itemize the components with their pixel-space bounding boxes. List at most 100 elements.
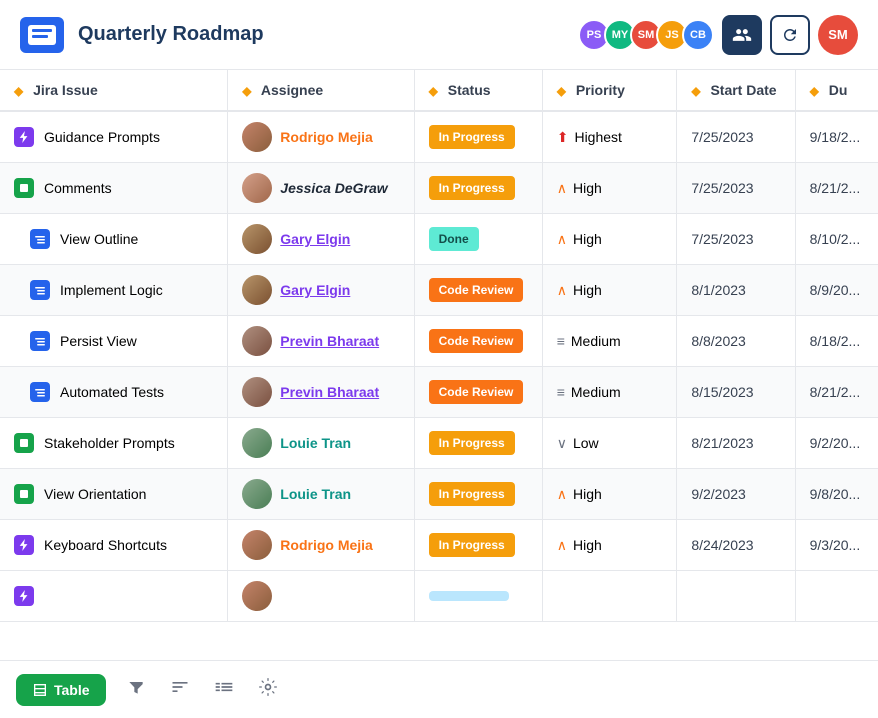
priority-icon: ∧: [557, 537, 567, 554]
col-status: ◆ Status: [414, 70, 542, 111]
issue-type-icon: [30, 331, 50, 351]
table-view-button[interactable]: Table: [16, 674, 106, 706]
priority-icon: ∧: [557, 231, 567, 248]
priority-cell: ⬆ Highest: [542, 111, 677, 163]
filter-icon: [126, 677, 146, 697]
table-row[interactable]: Stakeholder Prompts Louie Tran In Progre…: [0, 418, 878, 469]
priority-icon: ∨: [557, 435, 567, 452]
priority-cell: ∨ Low: [542, 418, 677, 469]
assignee-cell: Gary Elgin: [228, 214, 414, 265]
status-badge: In Progress: [429, 176, 515, 200]
priority-icon: ⬆: [557, 129, 569, 146]
group-button[interactable]: [210, 673, 238, 706]
assignee-cell: Previn Bharaat: [228, 367, 414, 418]
col-start-date: ◆ Start Date: [677, 70, 795, 111]
settings-button[interactable]: [254, 673, 282, 706]
col-icon-jira: ◆: [14, 84, 23, 98]
refresh-icon: [781, 26, 799, 44]
assignee-cell: Louie Tran: [228, 469, 414, 520]
priority-icon: ∧: [557, 282, 567, 299]
priority-cell: ∧ High: [542, 520, 677, 571]
issue-name: View Outline: [60, 231, 138, 247]
col-due: ◆ Du: [795, 70, 878, 111]
priority-cell: ≡ Medium: [542, 367, 677, 418]
status-badge: In Progress: [429, 431, 515, 455]
priority-icon: ∧: [557, 180, 567, 197]
people-icon: [732, 25, 752, 45]
due-date-cell: 8/21/2...: [795, 367, 878, 418]
issue-name: Implement Logic: [60, 282, 163, 298]
status-badge: In Progress: [429, 533, 515, 557]
table-row[interactable]: Automated Tests Previn Bharaat Code Revi…: [0, 367, 878, 418]
issue-name: Automated Tests: [60, 384, 164, 400]
due-date-cell: 9/2/20...: [795, 418, 878, 469]
start-date-cell: 8/15/2023: [677, 367, 795, 418]
status-cell: In Progress: [414, 111, 542, 163]
issue-name: Comments: [44, 180, 112, 196]
issue-cell: Keyboard Shortcuts: [0, 520, 228, 571]
people-button[interactable]: [722, 15, 762, 55]
roadmap-table: ◆ Jira Issue ◆ Assignee ◆ Status ◆ Prior…: [0, 70, 878, 622]
filter-button[interactable]: [122, 673, 150, 706]
bottom-toolbar: Table: [0, 660, 878, 718]
issue-type-icon: [14, 535, 34, 555]
table-row[interactable]: Guidance Prompts Rodrigo Mejia In Progre…: [0, 111, 878, 163]
issue-cell: Comments: [0, 163, 228, 214]
col-icon-status: ◆: [429, 84, 438, 98]
table-row[interactable]: View Orientation Louie Tran In Progress …: [0, 469, 878, 520]
settings-icon: [258, 677, 278, 697]
table-row[interactable]: Implement Logic Gary Elgin Code Review ∧…: [0, 265, 878, 316]
priority-icon: ≡: [557, 333, 565, 349]
issue-name: Guidance Prompts: [44, 129, 160, 145]
issue-name: Stakeholder Prompts: [44, 435, 175, 451]
table-row[interactable]: Keyboard Shortcuts Rodrigo Mejia In Prog…: [0, 520, 878, 571]
col-icon-priority: ◆: [557, 84, 566, 98]
issue-name: Keyboard Shortcuts: [44, 537, 167, 553]
issue-cell: Guidance Prompts: [0, 111, 228, 163]
header: Quarterly Roadmap PS MY SM JS CB SM: [0, 0, 878, 70]
table-row[interactable]: View Outline Gary Elgin Done ∧ High 7/25…: [0, 214, 878, 265]
status-cell: Done: [414, 214, 542, 265]
start-date-cell: 8/21/2023: [677, 418, 795, 469]
priority-cell: ∧ High: [542, 265, 677, 316]
table-row[interactable]: Comments Jessica DeGraw In Progress ∧ Hi…: [0, 163, 878, 214]
due-date-cell: 9/8/20...: [795, 469, 878, 520]
partial-issue-cell: [0, 571, 228, 622]
issue-cell: Persist View: [0, 316, 228, 367]
due-date-cell: 9/3/20...: [795, 520, 878, 571]
table-container: ◆ Jira Issue ◆ Assignee ◆ Status ◆ Prior…: [0, 70, 878, 660]
priority-icon: ≡: [557, 384, 565, 400]
refresh-button[interactable]: [770, 15, 810, 55]
col-icon-assignee: ◆: [242, 84, 251, 98]
start-date-cell: 7/25/2023: [677, 163, 795, 214]
issue-name: Persist View: [60, 333, 137, 349]
issue-type-icon: [14, 484, 34, 504]
due-date-cell: 8/9/20...: [795, 265, 878, 316]
due-date-cell: 8/10/2...: [795, 214, 878, 265]
app-logo: [20, 17, 64, 53]
status-badge: Code Review: [429, 278, 524, 302]
start-date-cell: 8/1/2023: [677, 265, 795, 316]
status-badge: In Progress: [429, 482, 515, 506]
issue-cell: Stakeholder Prompts: [0, 418, 228, 469]
page-title: Quarterly Roadmap: [78, 23, 578, 46]
col-assignee: ◆ Assignee: [228, 70, 414, 111]
avatar-cb[interactable]: CB: [682, 19, 714, 51]
issue-cell: View Outline: [0, 214, 228, 265]
issue-type-icon: [30, 280, 50, 300]
user-avatar-button[interactable]: SM: [818, 15, 858, 55]
table-row[interactable]: Persist View Previn Bharaat Code Review …: [0, 316, 878, 367]
col-icon-due: ◆: [810, 84, 819, 98]
status-badge: Done: [429, 227, 479, 251]
status-badge: Code Review: [429, 380, 524, 404]
status-cell: Code Review: [414, 367, 542, 418]
priority-cell: ∧ High: [542, 163, 677, 214]
sort-icon: [170, 677, 190, 697]
header-actions: PS MY SM JS CB SM: [578, 15, 858, 55]
due-date-cell: 9/18/2...: [795, 111, 878, 163]
status-badge-partial: [429, 591, 509, 601]
sort-button[interactable]: [166, 673, 194, 706]
priority-cell: ∧ High: [542, 469, 677, 520]
issue-type-icon: [30, 229, 50, 249]
col-jira-issue: ◆ Jira Issue: [0, 70, 228, 111]
